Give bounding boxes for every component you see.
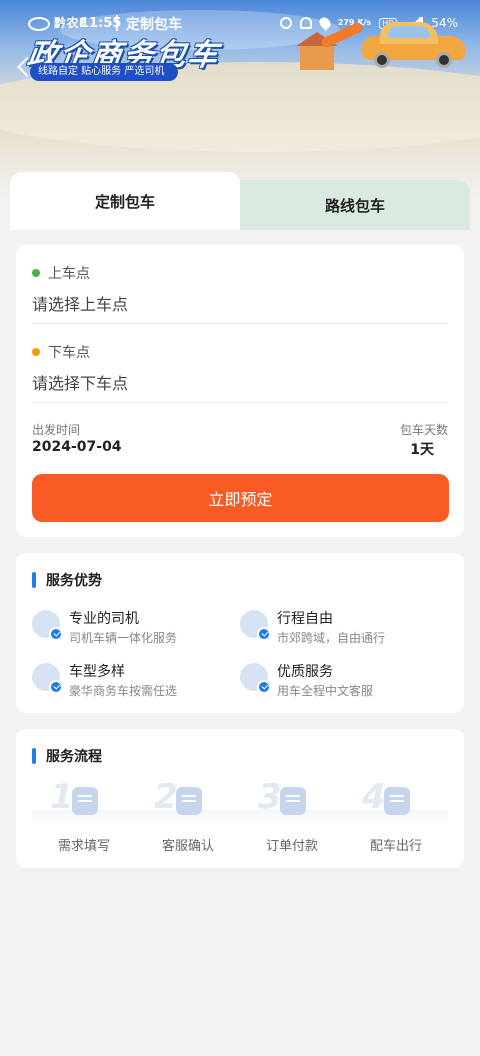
carrier-logo-icon [28,17,50,31]
pickup-field[interactable]: 上车点 请选择上车点 [32,263,448,315]
process-title: 服务流程 [32,746,102,766]
advantage-desc: 司机车辆一体化服务 [69,631,178,645]
section-accent-bar [32,748,36,764]
pickup-dot-icon [32,269,40,277]
tab-route-charter[interactable]: 路线包车 [240,180,470,230]
form-icon [72,787,98,815]
mute-icon [299,17,312,29]
process-step: 3 订单付款 [244,777,340,857]
days-value[interactable]: 1天 [410,439,434,459]
book-now-button[interactable]: 立即预定 [32,474,449,522]
tab-bar: 定制包车 路线包车 [10,172,470,230]
pickup-label-text: 上车点 [48,266,90,282]
step-number: 1 [50,777,74,817]
advantage-item: 优质服务 用车全程中文客服 [240,661,440,701]
advantage-desc: 用车全程中文客服 [277,684,374,698]
car-icon [384,787,410,815]
pickup-input[interactable]: 请选择上车点 [32,291,448,315]
process-step: 4 配车出行 [348,777,444,857]
tab-custom-charter[interactable]: 定制包车 [10,172,240,230]
status-separator [116,15,118,31]
step-number: 2 [154,777,178,817]
advantages-title: 服务优势 [32,570,102,590]
advantage-item: 专业的司机 司机车辆一体化服务 [32,608,232,648]
advantage-name: 优质服务 [277,664,333,680]
advantage-item: 车型多样 豪华商务车按需任选 [32,661,232,701]
step-label: 配车出行 [369,839,422,854]
headset-icon [240,663,271,694]
step-label: 客服确认 [161,839,214,854]
driver-icon [32,610,63,641]
payment-icon [280,787,306,815]
step-label: 订单付款 [265,839,318,854]
booking-form: 上车点 请选择上车点 下车点 请选择下车点 出发时间 2024-07-04 包车… [16,245,464,537]
car-illustration [362,22,466,68]
hero-slogan: 线路自定 贴心服务 严选司机 [30,63,179,81]
advantage-name: 专业的司机 [69,611,139,627]
advantage-item: 行程自由 市郊跨域，自由通行 [240,608,440,648]
dropoff-label-text: 下车点 [48,345,90,361]
pickup-label: 上车点 [32,263,448,283]
process-step: 2 客服确认 [140,777,236,857]
dropoff-label: 下车点 [32,342,448,362]
dropoff-field[interactable]: 下车点 请选择下车点 [32,342,448,394]
advantage-name: 行程自由 [277,611,333,627]
advantages-card: 服务优势 专业的司机 司机车辆一体化服务 行程自由 市郊跨域，自由通行 车型多样… [16,553,464,713]
van-icon [32,663,63,694]
advantage-name: 车型多样 [69,664,125,680]
advantage-desc: 豪华商务车按需任选 [69,684,178,698]
divider [32,323,448,324]
process-card: 服务流程 1 需求填写 2 客服确认 3 订单付款 4 配车出行 [16,729,464,868]
days-label: 包车天数 [399,423,448,437]
car-check-icon [176,787,202,815]
departure-date[interactable]: 2024-07-04 [32,439,122,455]
step-number: 3 [258,777,282,817]
process-step: 1 需求填写 [36,777,132,857]
step-label: 需求填写 [57,839,110,854]
advantages-title-text: 服务优势 [46,573,102,589]
departure-label: 出发时间 [32,423,81,437]
compass-icon [240,610,271,641]
step-number: 4 [362,777,386,817]
dropoff-input[interactable]: 请选择下车点 [32,370,448,394]
house-illustration [296,32,338,70]
advantage-desc: 市郊跨域，自由通行 [277,631,386,645]
dropoff-dot-icon [32,348,40,356]
location-icon [316,15,333,31]
process-title-text: 服务流程 [46,749,102,765]
alarm-icon [279,17,292,29]
section-accent-bar [32,572,36,588]
divider [32,402,448,403]
